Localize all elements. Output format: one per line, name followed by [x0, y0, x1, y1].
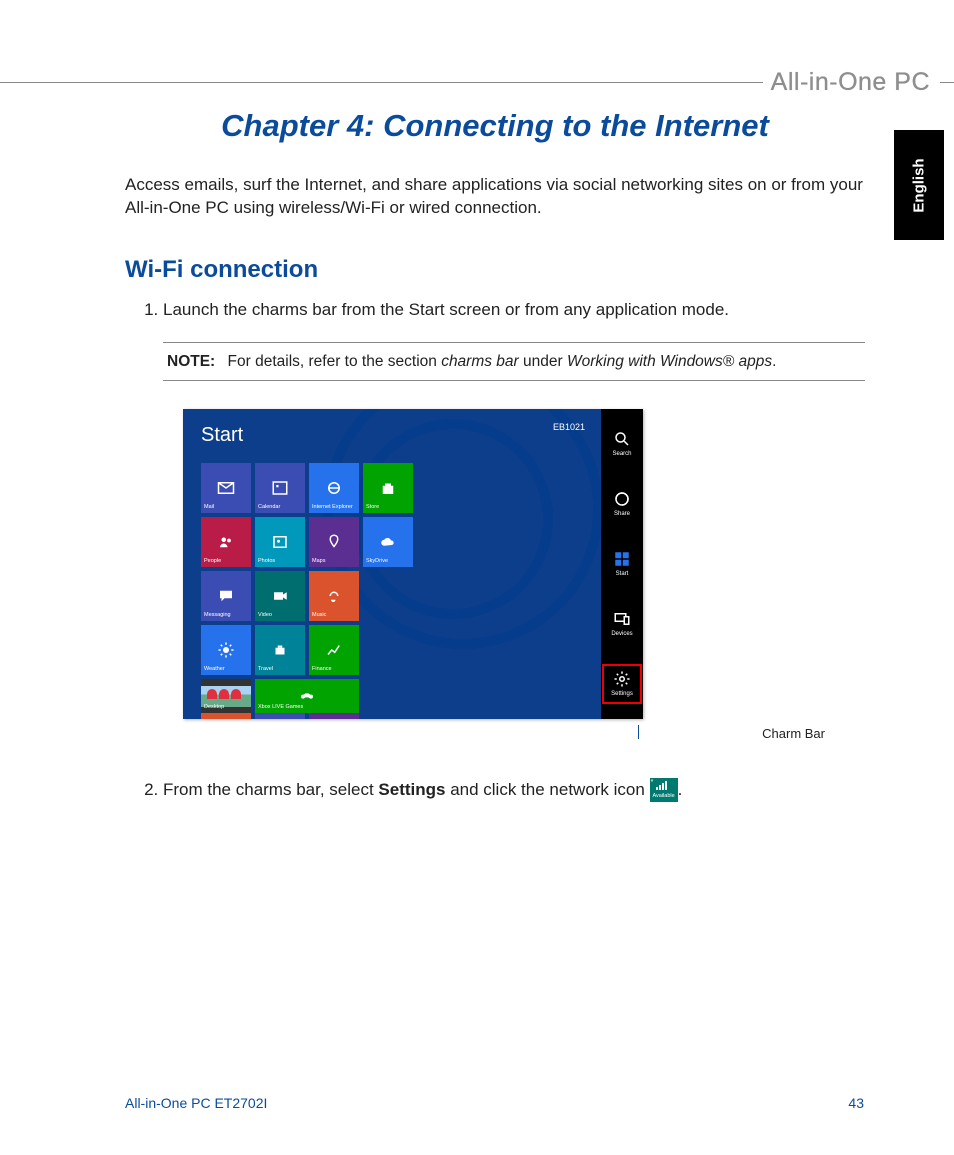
tile-maps: Maps [309, 517, 359, 567]
intro-paragraph: Access emails, surf the Internet, and sh… [125, 174, 865, 220]
footer-page: 43 [848, 1095, 864, 1111]
step-2: From the charms bar, select Settings and… [163, 778, 865, 803]
step-1-text: Launch the charms bar from the Start scr… [163, 300, 729, 319]
footer-model: All-in-One PC ET2702I [125, 1095, 267, 1111]
page-content: Chapter 4: Connecting to the Internet Ac… [125, 90, 865, 820]
devices-icon [613, 610, 631, 628]
tile-video: Video [255, 571, 305, 621]
tile-messaging: Messaging [201, 571, 251, 621]
tile-ie: Internet Explorer [309, 463, 359, 513]
steps-list: Launch the charms bar from the Start scr… [125, 298, 865, 802]
tile-music: Music [309, 571, 359, 621]
step2-mid: and click the network icon [445, 780, 649, 799]
note-box: NOTE: For details, refer to the section … [163, 342, 865, 382]
note-text-pre: For details, refer to the section [228, 353, 442, 370]
language-label: English [911, 158, 928, 212]
charm-search: Search [602, 424, 642, 464]
start-screen: Start EB1021 Mail Calendar Internet Expl… [183, 409, 643, 719]
tile-people: People [201, 517, 251, 567]
tile-mail: Mail [201, 463, 251, 513]
share-icon [613, 490, 631, 508]
tile-store: Store [363, 463, 413, 513]
tile-skydrive: SkyDrive [363, 517, 413, 567]
windows-icon [613, 550, 631, 568]
tile-weather: Weather [201, 625, 251, 675]
step2-bold: Settings [378, 780, 445, 799]
page-footer: All-in-One PC ET2702I 43 [125, 1095, 864, 1111]
charm-settings: Settings [602, 664, 642, 704]
network-icon: *Available [650, 778, 678, 802]
chapter-title: Chapter 4: Connecting to the Internet [125, 108, 865, 144]
charms-bar: Search Share Start Devices [601, 409, 643, 719]
tile-calendar: Calendar [255, 463, 305, 513]
step-1: Launch the charms bar from the Start scr… [163, 298, 865, 744]
note-text-mid: under [519, 353, 567, 370]
note-text-post: . [772, 353, 776, 370]
search-icon [613, 430, 631, 448]
charm-share: Share [602, 484, 642, 524]
tile-photos: Photos [255, 517, 305, 567]
step2-post: . [678, 780, 683, 799]
rule-left [0, 82, 763, 83]
tile-xbox: Xbox LIVE Games [255, 679, 359, 713]
charm-start: Start [602, 544, 642, 584]
screenshot: Start EB1021 Mail Calendar Internet Expl… [183, 409, 663, 719]
callout-line [638, 725, 639, 739]
start-label: Start [201, 421, 243, 449]
charm-devices: Devices [602, 604, 642, 644]
tile-travel: Travel [255, 625, 305, 675]
user-name: EB1021 [553, 421, 585, 434]
rule-right [940, 82, 954, 83]
step2-pre: From the charms bar, select [163, 780, 378, 799]
tile-finance: Finance [309, 625, 359, 675]
note-label: NOTE: [167, 353, 215, 370]
gear-icon [613, 670, 631, 688]
charm-bar-caption: Charm Bar [163, 725, 825, 743]
tile-desktop: Desktop [201, 679, 251, 713]
note-em1: charms bar [441, 353, 519, 370]
language-tab: English [894, 130, 944, 240]
note-em2: Working with Windows® apps [567, 353, 772, 370]
section-title: Wi-Fi connection [125, 256, 865, 284]
